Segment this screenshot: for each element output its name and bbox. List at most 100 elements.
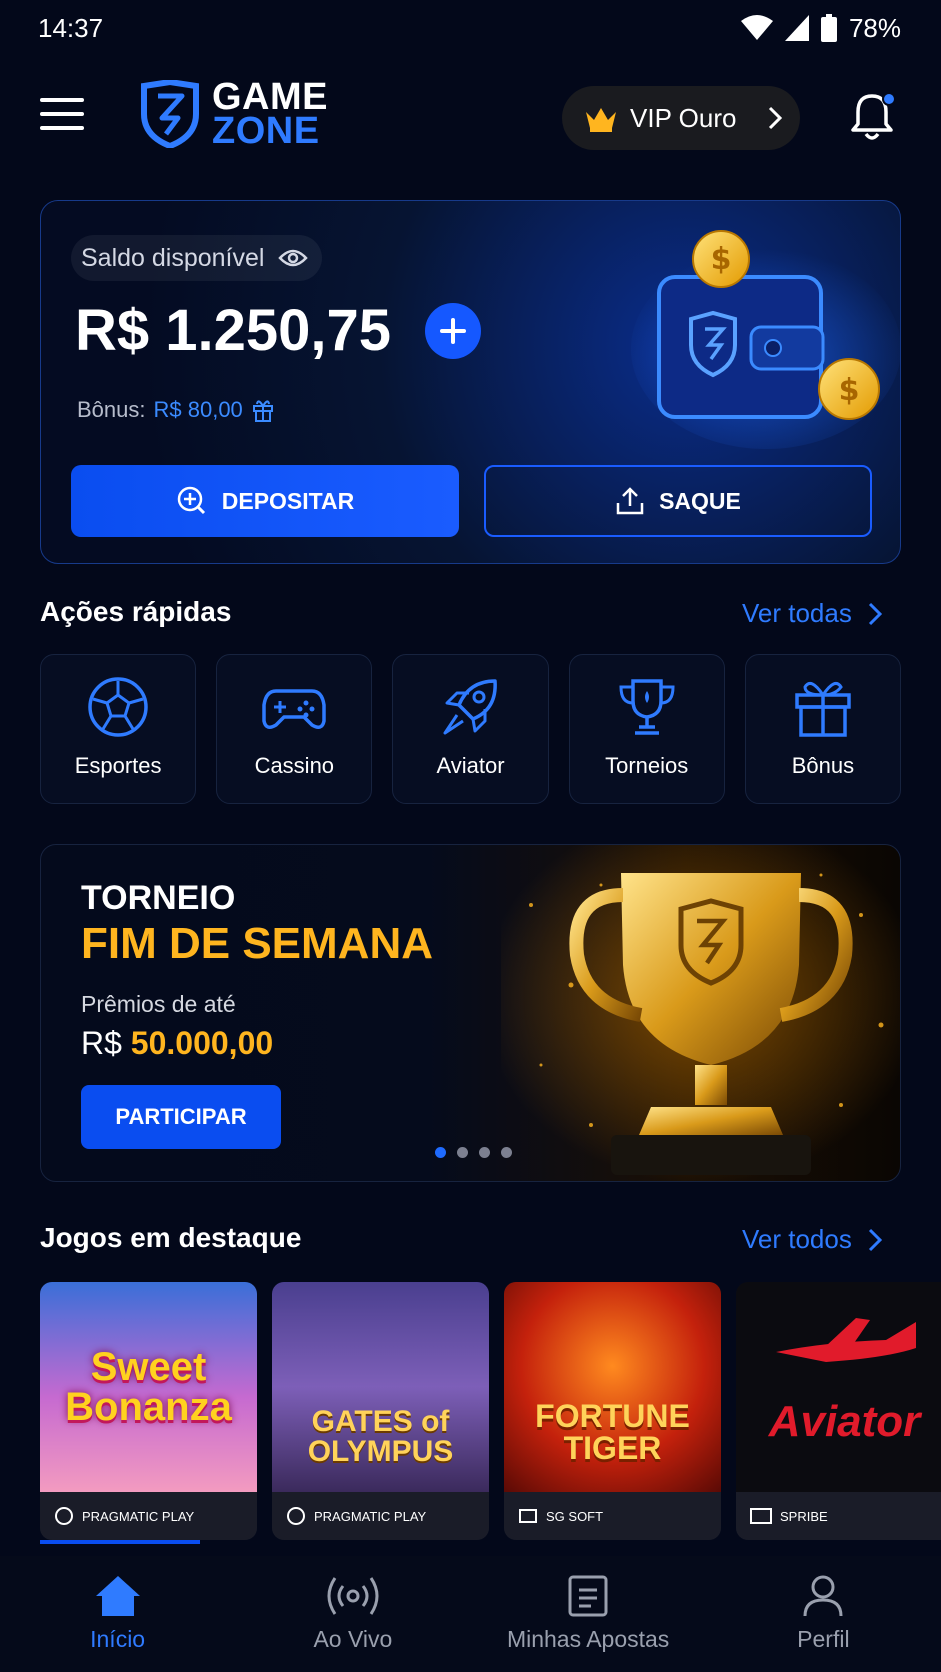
battery-level: 78% [848, 12, 901, 43]
quick-actions-see-all[interactable]: Ver todas [742, 598, 882, 629]
bonus-value: R$ 80,00 [153, 397, 243, 422]
rocket-icon [443, 679, 497, 735]
quick-actions-title: Ações rápidas [40, 596, 232, 627]
quick-action-cassino[interactable]: Cassino [216, 654, 373, 804]
nav-item-minhas-apostas[interactable]: Minhas Apostas [471, 1556, 706, 1672]
nav-item-inicio[interactable]: Início [0, 1556, 235, 1672]
game-thumbnail: GATES of OLYMPUS [272, 1282, 489, 1492]
banner-title-line1: TORNEIO [81, 879, 236, 917]
hamburger-icon [40, 98, 84, 102]
game-title-line2: Aviator [768, 1397, 921, 1446]
menu-button[interactable] [40, 98, 84, 134]
prize-currency: R$ [81, 1025, 122, 1061]
app-header: GAME ZONE VIP Ouro [0, 72, 941, 168]
game-title-line1: Sweet [90, 1345, 207, 1389]
quick-action-label: Bônus [791, 753, 855, 778]
nav-label: Minhas Apostas [506, 1626, 670, 1652]
game-provider: PRAGMATIC PLAY [272, 1492, 489, 1540]
quick-action-esportes[interactable]: Esportes [40, 654, 197, 804]
add-funds-button[interactable] [425, 303, 481, 359]
game-provider: PRAGMATIC PLAY [40, 1492, 257, 1540]
carousel-dot[interactable] [501, 1147, 512, 1158]
see-all-label: Ver todas [742, 598, 852, 628]
nav-item-perfil[interactable]: Perfil [706, 1556, 941, 1672]
deposit-label: DEPOSITAR [221, 487, 355, 514]
logo-text-zone: ZONE [212, 110, 320, 152]
status-bar: 14:37 78% [0, 0, 941, 56]
crown-icon [586, 108, 616, 132]
game-title-line1: GATES of [311, 1405, 450, 1438]
status-time: 14:37 [38, 12, 104, 43]
banner-prize-amount: R$ 50.000,00 [81, 1025, 273, 1062]
nav-label: Perfil [797, 1626, 850, 1652]
game-card-fortune-tiger[interactable]: FORTUNE TIGER SG SOFT [504, 1282, 721, 1540]
logo-text-game: GAME [212, 76, 328, 118]
soccer-ball-icon [88, 677, 148, 737]
balance-label-pill: Saldo disponível [71, 235, 323, 281]
shield-bolt-logo-icon [141, 80, 199, 148]
bottom-navigation: Início Ao Vivo Minhas Apostas Perfil [0, 1556, 941, 1672]
vip-status-button[interactable]: VIP Ouro [562, 86, 800, 150]
quick-action-label: Torneios [605, 753, 689, 778]
app-logo: GAME ZONE [140, 76, 328, 152]
svg-text:$: $ [711, 242, 732, 277]
carousel-dot[interactable] [457, 1147, 468, 1158]
quick-actions-row: Esportes Cassino Aviator Torneios Bônus [40, 654, 902, 804]
participate-label: PARTICIPAR [115, 1104, 247, 1129]
game-card-gates-of-olympus[interactable]: GATES of OLYMPUS PRAGMATIC PLAY [272, 1282, 489, 1540]
provider-logo-icon [55, 1507, 73, 1525]
signal-icon [784, 15, 809, 41]
quick-action-aviator[interactable]: Aviator [392, 654, 549, 804]
carousel-dot[interactable] [435, 1147, 446, 1158]
gamepad-icon [262, 689, 327, 729]
game-card-aviator[interactable]: Aviator SPRIBE [736, 1282, 941, 1540]
game-title-line2: TIGER [563, 1430, 662, 1466]
notifications-button[interactable] [850, 92, 898, 148]
quick-action-bonus[interactable]: Bônus [744, 654, 902, 804]
deposit-button[interactable]: DEPOSITAR [71, 465, 459, 537]
balance-amount: R$ 1.250,75 [75, 298, 392, 363]
withdraw-label: SAQUE [659, 487, 741, 514]
plus-icon [440, 318, 466, 344]
provider-name: PRAGMATIC PLAY [314, 1508, 427, 1524]
upload-icon [616, 487, 644, 515]
participate-button[interactable]: PARTICIPAR [81, 1085, 281, 1149]
provider-name: SPRIBE [780, 1508, 828, 1524]
home-icon [95, 1576, 140, 1616]
notification-badge [882, 92, 896, 106]
chevron-right-icon [768, 106, 782, 130]
carousel-dot[interactable] [479, 1147, 490, 1158]
broadcast-icon [327, 1577, 379, 1615]
balance-label: Saldo disponível [81, 243, 265, 272]
trophy-icon [619, 679, 675, 735]
nav-label: Ao Vivo [313, 1626, 393, 1652]
provider-name: SG SOFT [546, 1508, 604, 1524]
wifi-icon [740, 15, 773, 40]
nav-item-ao-vivo[interactable]: Ao Vivo [235, 1556, 470, 1672]
game-title-line2: OLYMPUS [307, 1435, 454, 1468]
provider-logo-icon [750, 1508, 772, 1524]
bonus-balance: Bônus: R$ 80,00 [77, 397, 275, 423]
see-all-label: Ver todos [742, 1224, 852, 1254]
provider-logo-icon [287, 1507, 305, 1525]
ticket-icon [568, 1575, 608, 1617]
game-thumbnail: Aviator [736, 1282, 941, 1492]
game-thumbnail: Sweet Bonanza [40, 1282, 257, 1492]
battery-icon [820, 14, 837, 42]
prize-value: 50.000,00 [130, 1025, 274, 1061]
game-title-line2: Bonanza [65, 1385, 232, 1429]
featured-games-title: Jogos em destaque [40, 1222, 302, 1253]
game-card-sweet-bonanza[interactable]: Sweet Bonanza PRAGMATIC PLAY [40, 1282, 257, 1540]
featured-games-see-all[interactable]: Ver todos [742, 1224, 882, 1255]
user-icon [803, 1575, 843, 1617]
quick-action-torneios[interactable]: Torneios [568, 654, 725, 804]
game-title-line1: FORTUNE [535, 1398, 690, 1434]
carousel-indicator [435, 1147, 512, 1158]
tournament-banner[interactable]: TORNEIO FIM DE SEMANA Prêmios de até R$ … [40, 844, 901, 1182]
quick-action-label: Cassino [254, 753, 335, 778]
eye-icon[interactable] [278, 248, 309, 268]
withdraw-button[interactable]: SAQUE [484, 465, 872, 537]
quick-action-label: Aviator [436, 753, 505, 778]
nav-label: Início [90, 1626, 146, 1652]
gift-small-icon [252, 400, 273, 422]
